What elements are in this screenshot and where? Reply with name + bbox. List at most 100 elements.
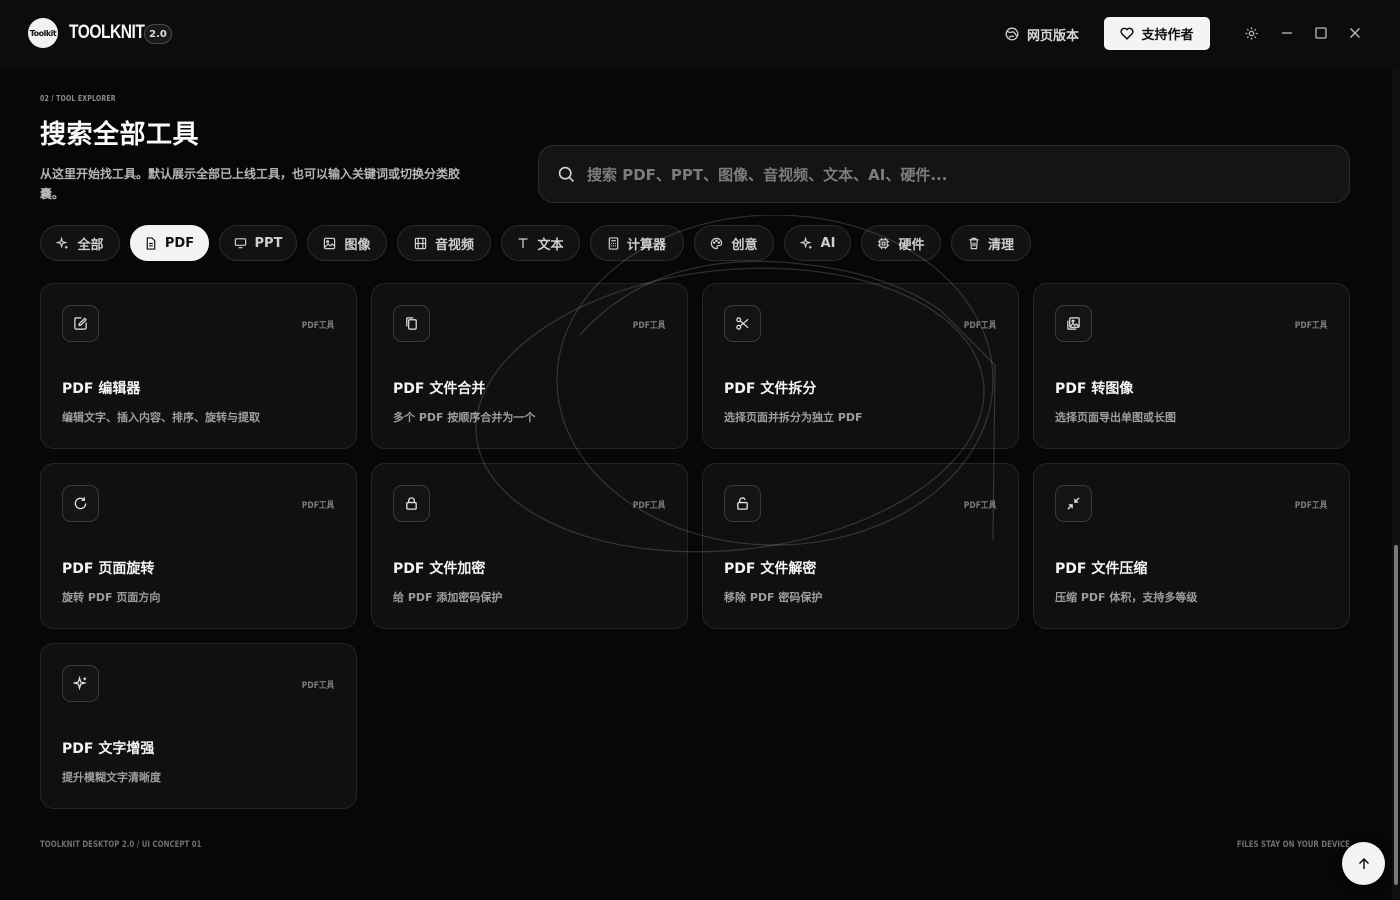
ai-sparkle-icon (799, 236, 812, 249)
app-name: TOOLKNIT (69, 22, 145, 43)
sparkle-icon (56, 236, 69, 249)
minimize-icon (1282, 32, 1292, 34)
settings-button[interactable] (1243, 25, 1259, 41)
page-title: 搜索全部工具 (40, 120, 200, 150)
trash-icon (969, 237, 979, 249)
tool-icon-box (1055, 305, 1092, 342)
version-badge: 2.0 (144, 24, 172, 44)
arrow-up-icon (1358, 857, 1369, 869)
tool-card-pdf-merge[interactable]: PDF工具 PDF 文件合并 多个 PDF 按顺序合并为一个 (371, 283, 688, 449)
chip-av[interactable]: 音视频 (397, 225, 491, 261)
chip-hardware[interactable]: 硬件 (861, 225, 941, 261)
globe-icon (1005, 27, 1019, 41)
search-icon (558, 166, 574, 182)
tool-description: 旋转 PDF 页面方向 (62, 591, 161, 604)
chip-label: PDF (164, 235, 195, 251)
tool-description: 提升模糊文字清晰度 (62, 771, 161, 784)
close-button[interactable] (1347, 25, 1363, 41)
text-icon (518, 238, 528, 248)
scrollbar-thumb[interactable] (1394, 545, 1398, 885)
compress-icon (1067, 497, 1080, 510)
tool-description: 选择页面并拆分为独立 PDF (724, 411, 863, 424)
document-icon (146, 236, 156, 250)
tool-card-pdf-decrypt[interactable]: PDF工具 PDF 文件解密 移除 PDF 密码保护 (702, 463, 1019, 629)
chip-ppt[interactable]: PPT (219, 225, 297, 261)
chip-text[interactable]: 文本 (501, 225, 580, 261)
tool-icon-box (62, 305, 99, 342)
tool-card-pdf-split[interactable]: PDF工具 PDF 文件拆分 选择页面并拆分为独立 PDF (702, 283, 1019, 449)
tool-tag: PDF工具 (632, 501, 665, 511)
chip-label: 创意 (731, 237, 758, 253)
search-input[interactable] (587, 158, 1327, 192)
chip-icon (878, 237, 890, 249)
images-icon (1067, 317, 1080, 330)
tool-icon-box (393, 305, 430, 342)
chip-label: AI (820, 235, 836, 251)
tool-description: 移除 PDF 密码保护 (724, 591, 823, 604)
chip-clean[interactable]: 清理 (951, 225, 1031, 261)
chip-label: 硬件 (898, 237, 925, 253)
search-bar[interactable] (538, 145, 1350, 203)
minimize-button[interactable] (1279, 25, 1295, 41)
tool-card-pdf-rotate[interactable]: PDF工具 PDF 页面旋转 旋转 PDF 页面方向 (40, 463, 357, 629)
close-icon (1350, 28, 1360, 38)
tool-title: PDF 页面旋转 (62, 561, 155, 577)
tool-tag: PDF工具 (1294, 321, 1327, 331)
tool-tag: PDF工具 (301, 501, 334, 511)
tool-description: 多个 PDF 按顺序合并为一个 (393, 411, 536, 424)
tool-card-pdf-encrypt[interactable]: PDF工具 PDF 文件加密 给 PDF 添加密码保护 (371, 463, 688, 629)
tool-card-pdf-editor[interactable]: PDF工具 PDF 编辑器 编辑文字、插入内容、排序、旋转与提取 (40, 283, 357, 449)
palette-icon (711, 237, 723, 249)
tool-description: 编辑文字、插入内容、排序、旋转与提取 (62, 411, 260, 424)
tool-title: PDF 文件合并 (393, 381, 486, 397)
chip-ai[interactable]: AI (784, 225, 851, 261)
tool-description: 选择页面导出单图或长图 (1055, 411, 1176, 424)
footer-version: TOOLKNIT DESKTOP 2.0 / UI CONCEPT 01 (40, 840, 202, 850)
support-author-label: 支持作者 (1141, 28, 1194, 43)
tool-title: PDF 文件压缩 (1055, 561, 1148, 577)
chip-pdf[interactable]: PDF (130, 225, 209, 261)
tool-tag: PDF工具 (632, 321, 665, 331)
calculator-icon (608, 236, 619, 250)
tool-tag: PDF工具 (301, 321, 334, 331)
tool-icon-box (724, 485, 761, 522)
chip-all[interactable]: 全部 (40, 225, 120, 261)
tool-tag: PDF工具 (301, 681, 334, 691)
tool-card-pdf-text-enhance[interactable]: PDF工具 PDF 文字增强 提升模糊文字清晰度 (40, 643, 357, 809)
tool-tag: PDF工具 (1294, 501, 1327, 511)
logo-text: Toolkit (29, 28, 57, 38)
web-version-button[interactable]: 网页版本 (1005, 24, 1079, 44)
rotate-icon (74, 497, 87, 510)
chip-label: 图像 (344, 237, 371, 253)
support-author-button[interactable]: 支持作者 (1104, 17, 1210, 50)
app-logo: Toolkit (28, 18, 58, 48)
maximize-icon (1315, 27, 1327, 39)
maximize-button[interactable] (1313, 25, 1329, 41)
tool-tag: PDF工具 (963, 501, 996, 511)
tool-icon-box (62, 485, 99, 522)
chip-label: PPT (254, 235, 283, 251)
tool-title: PDF 编辑器 (62, 381, 141, 397)
chip-creative[interactable]: 创意 (694, 225, 774, 261)
page-description: 从这里开始找工具。默认展示全部已上线工具，也可以输入关键词或切换分类胶囊。 (40, 167, 461, 201)
tool-description: 压缩 PDF 体积，支持多等级 (1055, 591, 1198, 604)
unlock-icon (737, 497, 748, 510)
tool-title: PDF 转图像 (1055, 381, 1134, 397)
tool-icon-box (62, 665, 99, 702)
gear-icon (1244, 26, 1258, 40)
chip-label: 全部 (77, 237, 104, 253)
tool-title: PDF 文件解密 (724, 561, 817, 577)
tool-icon-box (724, 305, 761, 342)
tool-card-pdf-to-image[interactable]: PDF工具 PDF 转图像 选择页面导出单图或长图 (1033, 283, 1350, 449)
copy-icon (406, 317, 417, 330)
breadcrumb: 02 / TOOL EXPLORER (40, 94, 116, 103)
tool-icon-box (393, 485, 430, 522)
scissors-icon (736, 317, 749, 330)
presentation-icon (234, 238, 246, 249)
web-version-label: 网页版本 (1027, 28, 1080, 44)
chip-image[interactable]: 图像 (307, 225, 387, 261)
tool-card-pdf-compress[interactable]: PDF工具 PDF 文件压缩 压缩 PDF 体积，支持多等级 (1033, 463, 1350, 629)
chip-calculator[interactable]: 计算器 (590, 225, 684, 261)
back-to-top-button[interactable] (1342, 842, 1385, 885)
chip-label: 计算器 (626, 237, 666, 253)
